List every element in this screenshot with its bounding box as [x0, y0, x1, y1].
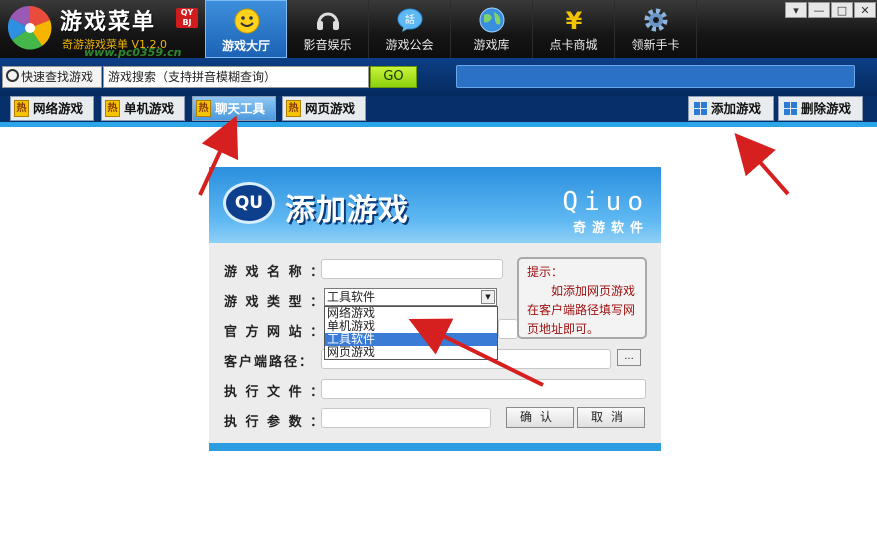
tip-title: 提示： — [527, 265, 564, 279]
yen-icon: ¥ — [566, 7, 583, 34]
search-input[interactable]: 游戏搜索（支持拼音模糊查询） — [103, 66, 369, 88]
label-client-path: 客户端路径： — [224, 355, 315, 370]
nav-media[interactable]: 影音娱乐 — [287, 0, 369, 58]
website-input[interactable] — [498, 319, 518, 339]
label-website: 官 方 网 站 ： — [224, 325, 326, 340]
chat-bubble-icon: 話 — [397, 8, 423, 32]
category-bar-divider — [0, 122, 877, 127]
tab-single-games[interactable]: 热 单机游戏 — [101, 96, 185, 121]
label-exe-params: 执 行 参 数 ： — [224, 415, 326, 430]
grid-icon — [694, 102, 707, 115]
delete-game-button[interactable]: 删除游戏 — [778, 96, 863, 121]
app-title: 游戏菜单 — [60, 10, 157, 35]
globe-icon — [479, 7, 505, 33]
main-nav: 游戏大厅 影音娱乐 話 游戏公会 游戏库 ¥ 点卡商城 领新手卡 — [205, 0, 697, 58]
brand-name: Qiuo — [562, 187, 649, 217]
grid-icon — [784, 102, 797, 115]
tip-box: 提示： 如添加网页游戏在客户端路径填写网页地址即可。 — [517, 257, 647, 339]
tab-label: 网页游戏 — [305, 101, 356, 116]
hot-icon: 热 — [196, 100, 211, 117]
nav-label: 游戏公会 — [385, 38, 434, 52]
smiley-icon — [234, 8, 260, 34]
top-header: 游戏菜单 QY BJ 奇游游戏菜单 V1.2.0 www.pc0359.cn 游… — [0, 0, 877, 59]
nav-label: 领新手卡 — [631, 38, 680, 52]
arrow-to-add-game — [734, 132, 790, 196]
game-type-value: 工具软件 — [327, 290, 376, 304]
close-button[interactable]: ✕ — [854, 2, 876, 18]
browse-button[interactable]: ... — [617, 349, 641, 366]
game-type-select[interactable]: 工具软件 ▼ — [324, 288, 497, 306]
nav-label: 游戏大厅 — [221, 39, 270, 53]
headphones-icon — [317, 12, 339, 30]
delete-game-label: 删除游戏 — [801, 101, 852, 116]
pinwheel-logo-icon — [7, 5, 52, 50]
qu-logo: QU — [223, 182, 275, 224]
dropdown-option[interactable]: 网页游戏 — [325, 346, 497, 359]
dialog-bottom-bar — [209, 443, 661, 451]
exe-params-input[interactable] — [321, 408, 491, 428]
nav-label: 点卡商城 — [549, 38, 598, 52]
app-logo-area: 游戏菜单 QY BJ 奇游游戏菜单 V1.2.0 www.pc0359.cn — [0, 0, 205, 59]
quick-find-button[interactable]: 快速查找游戏 — [2, 66, 102, 88]
nav-card-shop[interactable]: ¥ 点卡商城 — [533, 0, 615, 58]
exe-file-input[interactable] — [321, 379, 646, 399]
search-icon — [6, 69, 19, 82]
nav-label: 游戏库 — [473, 38, 510, 52]
nav-game-hall[interactable]: 游戏大厅 — [205, 0, 287, 58]
svg-text:¥: ¥ — [566, 7, 583, 34]
label-game-name: 游 戏 名 称 ： — [224, 265, 326, 280]
tab-web-games[interactable]: 热 网页游戏 — [282, 96, 366, 121]
maximize-button[interactable]: □ — [831, 2, 853, 18]
hot-icon: 热 — [105, 100, 120, 117]
svg-text:話: 話 — [405, 13, 415, 26]
nav-guild[interactable]: 話 游戏公会 — [369, 0, 451, 58]
info-box — [456, 65, 855, 88]
tab-label: 单机游戏 — [124, 101, 175, 116]
go-button[interactable]: GO — [370, 66, 417, 88]
nav-label: 影音娱乐 — [303, 38, 352, 52]
add-game-dialog: QU 添加游戏 Qiuo 奇游软件 游 戏 名 称 ： 游 戏 类 型 ： 工具… — [209, 167, 661, 451]
nav-library[interactable]: 游戏库 — [451, 0, 533, 58]
ok-button[interactable]: 确认 — [506, 407, 574, 428]
tab-label: 聊天工具 — [215, 101, 266, 116]
dialog-header: QU 添加游戏 Qiuo 奇游软件 — [209, 167, 661, 243]
gear-icon — [644, 8, 668, 32]
cancel-button[interactable]: 取消 — [577, 407, 645, 428]
hot-icon: 热 — [286, 100, 301, 117]
brand-subtitle: 奇游软件 — [572, 221, 649, 236]
quick-find-label: 快速查找游戏 — [21, 70, 94, 84]
app-badge: QY BJ — [176, 8, 198, 28]
menu-dropdown-button[interactable]: ▾ — [785, 2, 807, 18]
add-game-label: 添加游戏 — [711, 101, 762, 116]
nav-newbie-card[interactable]: 领新手卡 — [615, 0, 697, 58]
tip-text: 如添加网页游戏在客户端路径填写网页地址即可。 — [527, 284, 636, 336]
minimize-button[interactable]: — — [808, 2, 830, 18]
tab-label: 网络游戏 — [33, 101, 84, 116]
hot-icon: 热 — [14, 100, 29, 117]
game-type-dropdown-list: 网络游戏 单机游戏 工具软件 网页游戏 — [324, 306, 498, 360]
add-game-button[interactable]: 添加游戏 — [688, 96, 774, 121]
tab-online-games[interactable]: 热 网络游戏 — [10, 96, 94, 121]
dialog-title: 添加游戏 — [285, 193, 409, 228]
label-exe-file: 执 行 文 件 ： — [224, 385, 326, 400]
game-name-input[interactable] — [321, 259, 503, 279]
label-game-type: 游 戏 类 型 ： — [224, 295, 326, 310]
chevron-down-icon[interactable]: ▼ — [481, 290, 495, 304]
tab-chat-tools[interactable]: 热 聊天工具 — [192, 96, 276, 121]
